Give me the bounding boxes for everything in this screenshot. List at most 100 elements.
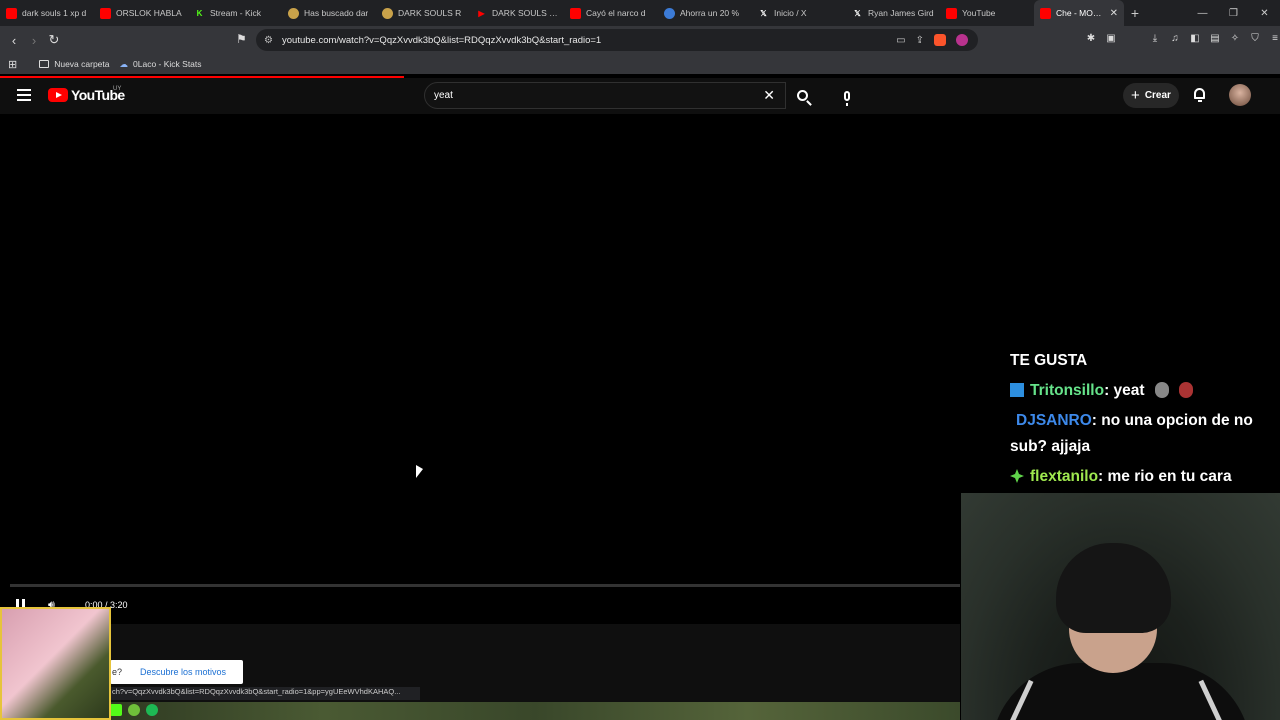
close-window-icon[interactable]: ✕ <box>1249 8 1280 19</box>
xbox-icon <box>128 704 140 716</box>
cast-icon[interactable]: ▭ <box>896 35 905 46</box>
address-bar[interactable]: ⚙ youtube.com/watch?v=QqzXvvdk3bQ&list=R… <box>256 29 978 51</box>
browser-tab[interactable]: Ahorra un 20 % <box>658 0 752 26</box>
browser-tab[interactable]: 𝕏 Inicio / X <box>752 0 846 26</box>
subscriber-badge-icon <box>1010 383 1024 397</box>
search-input[interactable]: yeat ✕ <box>424 82 786 109</box>
video-progress-bar[interactable] <box>10 584 960 587</box>
url-text: youtube.com/watch?v=QqzXvvdk3bQ&list=RDQ… <box>282 34 602 46</box>
browser-tab[interactable]: dark souls 1 xp d <box>0 0 94 26</box>
folder-icon <box>39 60 50 68</box>
create-button[interactable]: + Crear <box>1123 83 1179 108</box>
kick-icon <box>110 704 122 716</box>
country-code: UY <box>113 86 122 92</box>
apps-grid-icon[interactable]: ⊞ <box>8 58 17 71</box>
browser-tab[interactable]: YouTube <box>940 0 1034 26</box>
sidebar-icon[interactable]: ◧ <box>1190 33 1200 44</box>
chat-message: DJSANRO: no una opcion de no sub? ajjaja <box>1010 408 1272 460</box>
search-query: yeat <box>434 90 453 101</box>
youtube-play-icon <box>48 88 68 102</box>
reload-icon[interactable]: ↻ <box>44 32 64 48</box>
streamer-webcam-feed <box>961 493 1280 720</box>
microphone-icon <box>843 90 850 106</box>
sparkle-badge-icon <box>1010 466 1024 483</box>
avatar[interactable] <box>1229 84 1251 106</box>
browser-tab[interactable]: ORSLOK HABLA <box>94 0 188 26</box>
browser-tab[interactable]: Cayó el narco d <box>564 0 658 26</box>
extensions-icon[interactable]: ✱ <box>1086 33 1096 44</box>
chat-text: : me rio en tu cara <box>1098 468 1232 485</box>
minimize-icon[interactable]: — <box>1187 8 1218 19</box>
download-icon[interactable]: ⤓ <box>1150 33 1160 44</box>
bookmarks-bar: ⊞ Nueva carpeta ☁ 0Laco - Kick Stats <box>0 54 1280 74</box>
leo-ai-icon[interactable]: ✧ <box>1230 33 1240 44</box>
youtube-icon <box>946 7 957 19</box>
menu-icon[interactable]: ≡ <box>1270 33 1280 44</box>
x-icon: 𝕏 <box>854 8 861 18</box>
youtube-header: YouTube UY yeat ✕ + Crear <box>0 78 1280 114</box>
tab-strip: dark souls 1 xp d ORSLOK HABLA K Stream -… <box>0 0 1280 26</box>
steam-icon <box>664 7 675 19</box>
bookmark-link[interactable]: ☁ 0Laco - Kick Stats <box>120 59 202 70</box>
share-icon[interactable]: ⇪ <box>916 35 924 46</box>
shield-icon[interactable]: ⛉ <box>1250 33 1260 44</box>
kick-icon: K <box>196 8 203 18</box>
browser-tab[interactable]: 𝕏 Ryan James Gird <box>846 0 940 26</box>
music-icon[interactable]: ♫ <box>1170 33 1180 44</box>
browser-tab[interactable]: ▶ DARK SOULS RE <box>470 0 564 26</box>
chat-username: DJSANRO <box>1016 412 1092 429</box>
emote-icon <box>1178 382 1193 398</box>
emote-icon <box>1154 382 1169 398</box>
clear-search-icon[interactable]: ✕ <box>763 87 775 104</box>
chat-message: flextanilo: me rio en tu cara <box>1010 464 1272 490</box>
youtube-icon <box>6 7 17 19</box>
stream-chat-overlay: TE GUSTA Tritonsillo: yeat DJSANRO: no u… <box>1010 348 1272 494</box>
cloud-icon: ☁ <box>119 58 129 69</box>
info-notice: e? Descubre los motivos <box>110 660 243 684</box>
browser-tab-active[interactable]: Che - MONS ✕ <box>1034 0 1124 26</box>
chat-message: Tritonsillo: yeat <box>1010 378 1272 404</box>
search-icon <box>796 90 808 101</box>
restore-icon[interactable]: ❐ <box>1218 8 1249 19</box>
chat-title: TE GUSTA <box>1010 352 1088 369</box>
close-tab-icon[interactable]: ✕ <box>1110 8 1118 19</box>
youtube-icon <box>1040 7 1051 19</box>
secondary-camera-feed <box>0 607 111 720</box>
play-icon: ▶ <box>478 8 485 18</box>
browser-tab[interactable]: DARK SOULS R <box>376 0 470 26</box>
background-image-strip <box>110 702 960 720</box>
brave-rewards-icon[interactable] <box>956 34 968 46</box>
voice-search-button[interactable] <box>833 82 860 109</box>
hamburger-menu-icon[interactable] <box>17 89 31 104</box>
learn-why-link[interactable]: Descubre los motivos <box>140 667 226 677</box>
youtube-icon <box>100 7 111 19</box>
brave-shields-icon[interactable] <box>934 34 946 46</box>
streamer-hair <box>1056 543 1171 633</box>
game-icon <box>288 7 299 19</box>
status-bar-url: ch?v=QqzXvvdk3bQ&list=RDQqzXvvdk3bQ&star… <box>110 687 420 700</box>
bookmark-icon[interactable]: ⚑ <box>236 32 247 46</box>
game-icon <box>382 7 393 19</box>
spotify-icon <box>146 704 158 716</box>
chat-text: : yeat <box>1104 382 1145 399</box>
browser-tab[interactable]: K Stream - Kick <box>188 0 282 26</box>
chat-username: Tritonsillo <box>1030 382 1105 399</box>
forward-icon[interactable]: › <box>24 33 44 48</box>
chat-username: flextanilo <box>1030 468 1099 485</box>
site-info-icon[interactable]: ⚙ <box>264 35 282 46</box>
window-controls: — ❐ ✕ <box>1187 0 1280 26</box>
overlay-icons <box>110 704 158 716</box>
navigation-bar: ‹ › ↻ ⚑ ⚙ youtube.com/watch?v=QqzXvvdk3b… <box>0 26 1280 54</box>
browser-tab[interactable]: Has buscado dar <box>282 0 376 26</box>
new-tab-button[interactable]: + <box>1124 5 1146 21</box>
wallet-icon[interactable]: ▣ <box>1106 33 1116 44</box>
vpn-icon[interactable]: ▤ <box>1210 33 1220 44</box>
youtube-icon <box>570 7 581 19</box>
bookmark-folder[interactable]: Nueva carpeta <box>39 59 110 69</box>
search-button[interactable] <box>786 82 818 109</box>
plus-icon: + <box>1131 87 1140 104</box>
notifications-bell-icon[interactable] <box>1193 88 1206 102</box>
back-icon[interactable]: ‹ <box>4 33 24 48</box>
toolbar-icons: ✱ ▣ ⤓ ♫ ◧ ▤ ✧ ⛉ ≡ <box>1086 33 1280 44</box>
x-icon: 𝕏 <box>760 8 767 18</box>
